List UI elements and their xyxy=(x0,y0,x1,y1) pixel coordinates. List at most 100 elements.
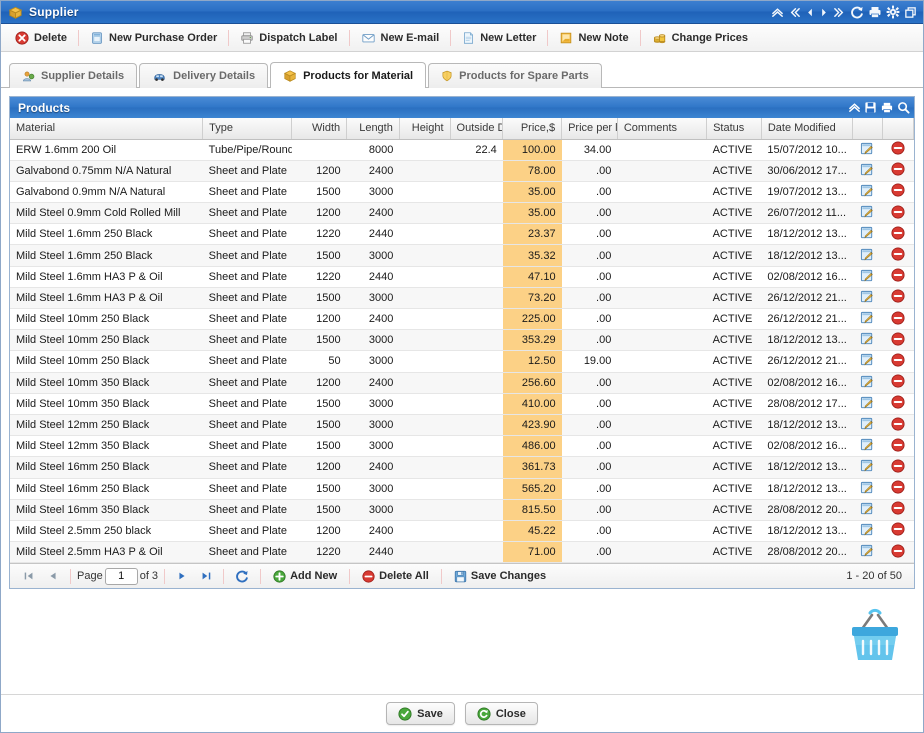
collapse-icon[interactable] xyxy=(848,101,861,114)
tab-delivery-details[interactable]: Delivery Details xyxy=(139,63,269,88)
edit-row-button[interactable] xyxy=(852,350,883,373)
column-header-price[interactable]: Price,$ xyxy=(502,118,563,140)
edit-row-button[interactable] xyxy=(852,139,883,161)
cell-price[interactable]: 12.50 xyxy=(502,350,562,373)
table-row[interactable]: Mild Steel 16mm 350 Black Sheet and Plate… xyxy=(10,499,914,521)
edit-row-button[interactable] xyxy=(852,287,883,310)
edit-row-button[interactable] xyxy=(852,478,883,500)
column-header-edit[interactable] xyxy=(852,118,884,140)
column-header-date_modified[interactable]: Date Modified xyxy=(761,118,854,140)
first-page-button[interactable] xyxy=(18,570,40,582)
cell-price[interactable]: 100.00 xyxy=(502,139,562,161)
column-header-material[interactable]: Material xyxy=(10,118,204,140)
edit-row-button[interactable] xyxy=(852,160,883,182)
first-record-icon[interactable] xyxy=(788,6,801,19)
save-icon[interactable] xyxy=(864,101,877,114)
save-button[interactable]: Save xyxy=(386,702,455,725)
tab-supplier-details[interactable]: Supplier Details xyxy=(9,63,138,88)
column-header-comments[interactable]: Comments xyxy=(617,118,708,140)
table-row[interactable]: Mild Steel 16mm 250 Black Sheet and Plate… xyxy=(10,456,914,479)
cell-price[interactable]: 45.22 xyxy=(502,520,562,543)
table-row[interactable]: Mild Steel 10mm 250 Black Sheet and Plate… xyxy=(10,308,914,331)
last-record-icon[interactable] xyxy=(833,6,846,19)
edit-row-button[interactable] xyxy=(852,541,883,564)
delete-button[interactable]: Delete xyxy=(7,28,75,48)
cell-price[interactable]: 35.00 xyxy=(502,181,562,204)
new-email-button[interactable]: New E-mail xyxy=(353,28,448,48)
table-row[interactable]: Mild Steel 10mm 250 Black Sheet and Plate… xyxy=(10,329,914,352)
edit-row-button[interactable] xyxy=(852,372,883,394)
remove-row-button[interactable] xyxy=(882,372,914,394)
cell-price[interactable]: 423.90 xyxy=(502,414,562,437)
new-note-button[interactable]: New Note xyxy=(551,28,636,48)
cell-price[interactable]: 35.32 xyxy=(502,244,562,267)
save-changes-button[interactable]: Save Changes xyxy=(448,568,552,585)
remove-row-button[interactable] xyxy=(882,350,914,373)
table-row[interactable]: Mild Steel 1.6mm HA3 P & Oil Sheet and Pl… xyxy=(10,287,914,310)
table-row[interactable]: ERW 1.6mm 200 Oil Tube/Pipe/Round 8000 22.4… xyxy=(10,139,914,161)
cell-price[interactable]: 815.50 xyxy=(502,499,562,521)
remove-row-button[interactable] xyxy=(882,266,914,288)
edit-row-button[interactable] xyxy=(852,329,883,352)
table-row[interactable]: Mild Steel 10mm 350 Black Sheet and Plate… xyxy=(10,372,914,394)
edit-row-button[interactable] xyxy=(852,499,883,521)
column-header-height[interactable]: Height xyxy=(399,118,451,140)
remove-row-button[interactable] xyxy=(882,244,914,267)
remove-row-button[interactable] xyxy=(882,414,914,437)
new-letter-button[interactable]: New Letter xyxy=(454,28,544,48)
remove-row-button[interactable] xyxy=(882,308,914,331)
cell-price[interactable]: 256.60 xyxy=(502,372,562,394)
table-row[interactable]: Galvabond 0.75mm N/A Natural Sheet and Pl… xyxy=(10,160,914,182)
remove-row-button[interactable] xyxy=(882,329,914,352)
change-prices-button[interactable]: Change Prices xyxy=(644,28,756,48)
cell-price[interactable]: 35.00 xyxy=(502,202,562,225)
cell-price[interactable]: 486.00 xyxy=(502,435,562,458)
previous-page-button[interactable] xyxy=(42,570,64,582)
refresh-icon[interactable] xyxy=(850,5,864,19)
collapse-icon[interactable] xyxy=(771,6,784,19)
remove-row-button[interactable] xyxy=(882,435,914,458)
cell-price[interactable]: 71.00 xyxy=(502,541,562,564)
cell-price[interactable]: 353.29 xyxy=(502,329,562,352)
table-row[interactable]: Mild Steel 2.5mm 250 black Sheet and Plat… xyxy=(10,520,914,543)
tab-products-for-material[interactable]: Products for Material xyxy=(270,62,427,88)
edit-row-button[interactable] xyxy=(852,393,883,415)
column-header-outside_dia[interactable]: Outside Dia xyxy=(450,118,504,140)
column-header-remove[interactable] xyxy=(882,118,914,140)
table-row[interactable]: Mild Steel 10mm 250 Black Sheet and Plate… xyxy=(10,350,914,373)
remove-row-button[interactable] xyxy=(882,202,914,225)
table-row[interactable]: Mild Steel 10mm 350 Black Sheet and Plate… xyxy=(10,393,914,415)
shopping-basket-drop-zone[interactable] xyxy=(835,600,915,672)
remove-row-button[interactable] xyxy=(882,223,914,246)
cell-price[interactable]: 23.37 xyxy=(502,223,562,246)
cell-price[interactable]: 47.10 xyxy=(502,266,562,288)
cell-price[interactable]: 361.73 xyxy=(502,456,562,479)
table-row[interactable]: Mild Steel 1.6mm 250 Black Sheet and Plat… xyxy=(10,223,914,246)
delete-all-button[interactable]: Delete All xyxy=(356,568,435,585)
search-icon[interactable] xyxy=(897,101,910,114)
remove-row-button[interactable] xyxy=(882,478,914,500)
table-row[interactable]: Mild Steel 1.6mm 250 Black Sheet and Plat… xyxy=(10,244,914,267)
cell-price[interactable]: 78.00 xyxy=(502,160,562,182)
remove-row-button[interactable] xyxy=(882,499,914,521)
print-icon[interactable] xyxy=(868,5,882,19)
settings-gear-icon[interactable] xyxy=(886,5,900,19)
edit-row-button[interactable] xyxy=(852,456,883,479)
edit-row-button[interactable] xyxy=(852,181,883,204)
column-header-status[interactable]: Status xyxy=(706,118,762,140)
dispatch-label-button[interactable]: Dispatch Label xyxy=(232,28,345,48)
refresh-grid-button[interactable] xyxy=(230,569,254,583)
close-button[interactable]: Close xyxy=(464,702,538,725)
edit-row-button[interactable] xyxy=(852,202,883,225)
new-purchase-order-button[interactable]: New Purchase Order xyxy=(82,28,225,48)
column-header-price_per_length[interactable]: Price per l xyxy=(561,118,618,140)
edit-row-button[interactable] xyxy=(852,244,883,267)
table-row[interactable]: Mild Steel 12mm 250 Black Sheet and Plate… xyxy=(10,414,914,437)
page-number-input[interactable] xyxy=(104,567,138,585)
last-page-button[interactable] xyxy=(195,570,217,582)
column-header-length[interactable]: Length xyxy=(346,118,400,140)
next-record-icon[interactable] xyxy=(819,6,829,19)
table-row[interactable]: Mild Steel 1.6mm HA3 P & Oil Sheet and Pl… xyxy=(10,266,914,288)
edit-row-button[interactable] xyxy=(852,414,883,437)
cell-price[interactable]: 225.00 xyxy=(502,308,562,331)
